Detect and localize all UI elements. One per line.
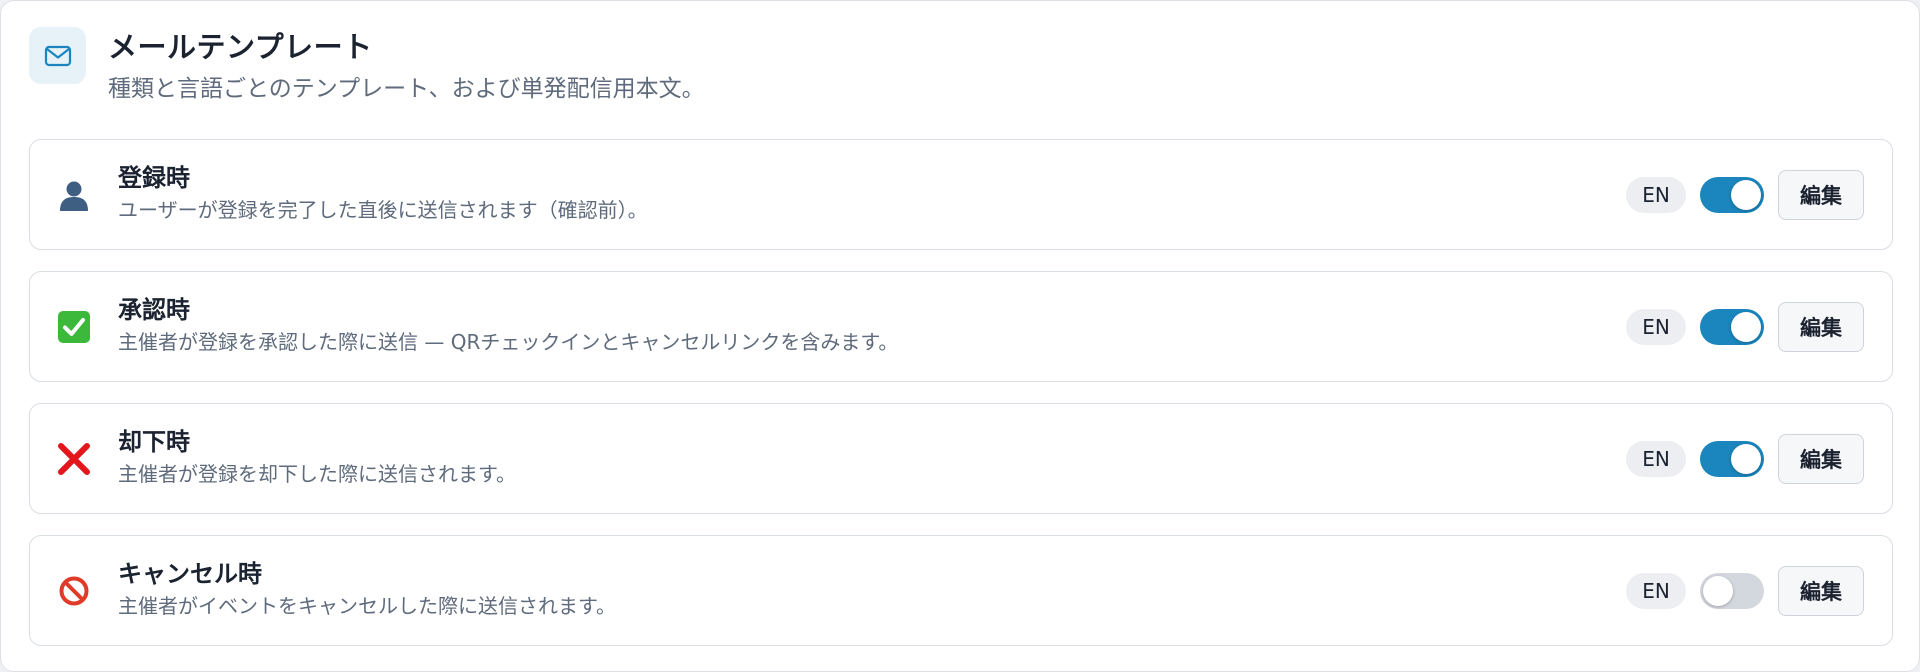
panel-header: メールテンプレート 種類と言語ごとのテンプレート、および単発配信用本文。 [29,27,705,105]
edit-button[interactable]: 編集 [1778,301,1864,352]
toggle-knob [1703,575,1733,606]
email-templates-panel: メールテンプレート 種類と言語ごとのテンプレート、および単発配信用本文。 登録時… [0,0,1920,672]
template-row-approval: 承認時 主催者が登録を承認した際に送信 — QRチェックインとキャンセルリンクを… [29,271,1893,382]
enable-toggle[interactable] [1700,572,1764,609]
language-badge[interactable]: EN [1626,440,1686,477]
toggle-knob [1731,443,1761,474]
template-description: 主催者がイベントをキャンセルした際に送信されます。 [118,594,616,618]
language-badge[interactable]: EN [1626,176,1686,213]
cross-mark-icon [56,441,92,477]
template-description: 主催者が登録を却下した際に送信されます。 [118,462,516,486]
check-mark-button-icon [56,309,92,345]
template-row-rejection: 却下時 主催者が登録を却下した際に送信されます。 EN 編集 [29,403,1893,514]
enable-toggle[interactable] [1700,176,1764,213]
edit-button[interactable]: 編集 [1778,565,1864,616]
template-list: 登録時 ユーザーが登録を完了した直後に送信されます（確認前）。 EN 編集 承認… [29,139,1893,667]
toggle-knob [1731,311,1761,342]
language-badge[interactable]: EN [1626,308,1686,345]
template-title: 承認時 [118,296,190,324]
template-description: 主催者が登録を承認した際に送信 — QRチェックインとキャンセルリンクを含みます… [118,330,899,354]
template-description: ユーザーが登録を完了した直後に送信されます（確認前）。 [118,198,648,222]
edit-button[interactable]: 編集 [1778,169,1864,220]
template-title: キャンセル時 [118,560,262,588]
template-row-registration: 登録時 ユーザーが登録を完了した直後に送信されます（確認前）。 EN 編集 [29,139,1893,250]
template-title: 登録時 [118,164,190,192]
mail-icon [29,27,86,84]
enable-toggle[interactable] [1700,440,1764,477]
toggle-knob [1731,179,1761,210]
template-title: 却下時 [118,428,190,456]
edit-button[interactable]: 編集 [1778,433,1864,484]
prohibited-icon [56,573,92,609]
enable-toggle[interactable] [1700,308,1764,345]
language-badge[interactable]: EN [1626,572,1686,609]
user-silhouette-icon [56,177,92,213]
page-subtitle: 種類と言語ごとのテンプレート、および単発配信用本文。 [108,76,705,102]
page-title: メールテンプレート [108,30,373,64]
template-row-cancellation: キャンセル時 主催者がイベントをキャンセルした際に送信されます。 EN 編集 [29,535,1893,646]
